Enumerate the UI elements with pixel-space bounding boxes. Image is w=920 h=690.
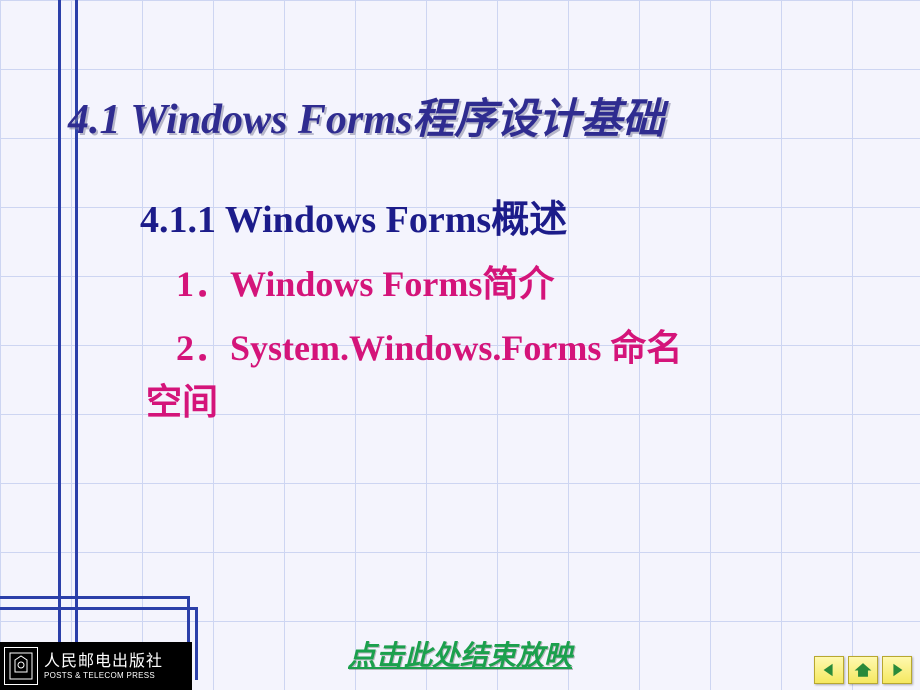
publisher-block: 人民邮电出版社 POSTS & TELECOM PRESS (0, 642, 192, 690)
publisher-text: 人民邮电出版社 POSTS & TELECOM PRESS (44, 652, 163, 681)
publisher-name-en: POSTS & TELECOM PRESS (44, 671, 163, 681)
list-item-2-line2: 空间 (146, 375, 840, 429)
publisher-logo-icon (4, 647, 38, 685)
publisher-name-cn: 人民邮电出版社 (44, 652, 163, 671)
next-button[interactable] (882, 656, 912, 684)
slide-content: 4.1 Windows Forms程序设计基础 4.1.1 Windows Fo… (0, 0, 920, 429)
list-item-1: 1．Windows Forms简介 (68, 257, 920, 311)
end-slideshow-link[interactable]: 点击此处结束放映 (348, 634, 572, 674)
slide-subtitle: 4.1.1 Windows Forms概述 (68, 188, 920, 243)
slide-title: 4.1 Windows Forms程序设计基础 (68, 85, 920, 146)
list-item-2-line1: 2．System.Windows.Forms 命名 (176, 328, 682, 368)
home-button[interactable] (848, 656, 878, 684)
nav-buttons (814, 656, 912, 684)
list-item-2: 2．System.Windows.Forms 命名 空间 (68, 321, 920, 429)
prev-button[interactable] (814, 656, 844, 684)
